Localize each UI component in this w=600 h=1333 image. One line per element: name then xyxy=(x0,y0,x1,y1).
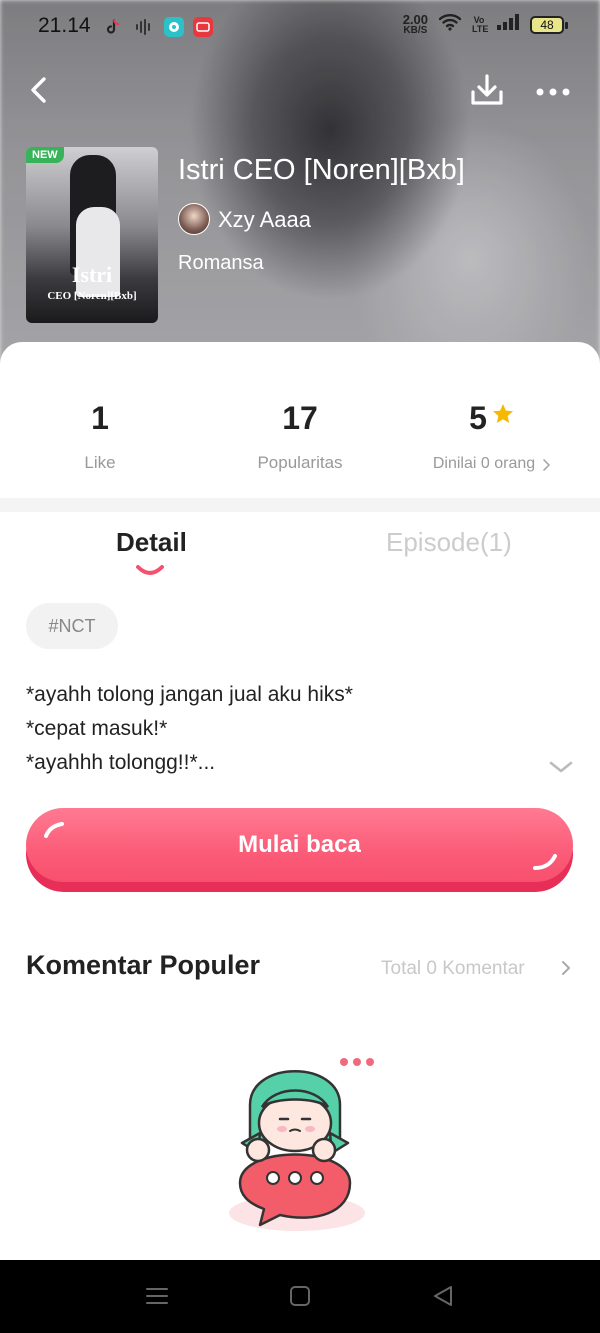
description-line: *ayahh tolong jangan jual aku hiks* xyxy=(26,683,353,706)
popularity-label: Popularitas xyxy=(257,453,343,472)
start-reading-label: Mulai baca xyxy=(238,831,361,858)
media-app-icon xyxy=(193,17,213,37)
status-right-group: 2.00 KB/S Vo LTE 48 xyxy=(402,12,568,37)
star-icon xyxy=(491,402,515,426)
back-icon[interactable] xyxy=(22,70,62,110)
author-avatar[interactable] xyxy=(178,203,210,235)
book-description: *ayahh tolong jangan jual aku hiks* *cep… xyxy=(26,678,353,780)
book-cover: NEW Istri CEO [Noren][Bxb] xyxy=(26,147,158,323)
author-name[interactable]: Xzy Aaaa xyxy=(218,207,311,233)
start-reading-button[interactable]: Mulai baca xyxy=(26,808,573,892)
network-speed: 2.00 KB/S xyxy=(402,12,428,36)
status-time: 21.14 xyxy=(38,14,91,37)
chat-app-icon xyxy=(164,17,184,37)
more-icon[interactable] xyxy=(532,78,574,106)
description-line: *cepat masuk!* xyxy=(26,717,168,740)
home-icon[interactable] xyxy=(287,1283,313,1309)
likes-count: 1 xyxy=(91,400,109,436)
book-title: Istri CEO [Noren][Bxb] xyxy=(178,154,465,186)
tab-indicator xyxy=(134,563,166,579)
section-divider xyxy=(0,498,600,512)
tag-chip[interactable]: #NCT xyxy=(26,603,118,649)
volte-icon: Vo LTE xyxy=(472,14,489,34)
stat-popularity: 17 Popularitas xyxy=(200,400,400,473)
comments-total[interactable]: Total 0 Komentar xyxy=(381,958,525,980)
likes-label: Like xyxy=(84,453,116,472)
rating-label: Dinilai 0 orang xyxy=(432,455,536,472)
rating-value: 5 xyxy=(469,400,487,436)
status-bar: 21.14 2.00 KB/S Vo LTE 48 xyxy=(0,0,600,54)
tab-episode[interactable]: Episode(1) xyxy=(386,527,512,558)
description-line: *ayahhh tolongg!!*... xyxy=(26,751,216,774)
comments-title: Komentar Populer xyxy=(26,950,261,980)
stat-rating[interactable]: 5 Dinilai 0 orang xyxy=(392,400,592,473)
chevron-right-icon[interactable] xyxy=(560,960,572,976)
menu-icon[interactable] xyxy=(144,1283,170,1309)
battery-indicator: 48 xyxy=(530,15,568,34)
tab-detail[interactable]: Detail xyxy=(116,527,187,558)
wifi-icon xyxy=(438,12,462,37)
signal-icon xyxy=(496,12,520,37)
download-icon[interactable] xyxy=(466,70,508,112)
chevron-right-icon xyxy=(541,457,551,471)
audio-wave-icon xyxy=(134,17,154,37)
new-badge: NEW xyxy=(26,147,64,163)
cover-subtitle: CEO [Noren][Bxb] xyxy=(47,290,137,302)
tiktok-icon xyxy=(103,17,123,37)
back-triangle-icon[interactable] xyxy=(430,1283,456,1309)
popularity-count: 17 xyxy=(282,400,318,436)
cover-title: Istri xyxy=(71,262,113,287)
chevron-down-icon[interactable] xyxy=(548,758,574,776)
book-genre[interactable]: Romansa xyxy=(178,252,264,275)
empty-comments-mascot-icon xyxy=(220,1045,390,1240)
stat-likes[interactable]: 1 Like xyxy=(0,400,200,473)
